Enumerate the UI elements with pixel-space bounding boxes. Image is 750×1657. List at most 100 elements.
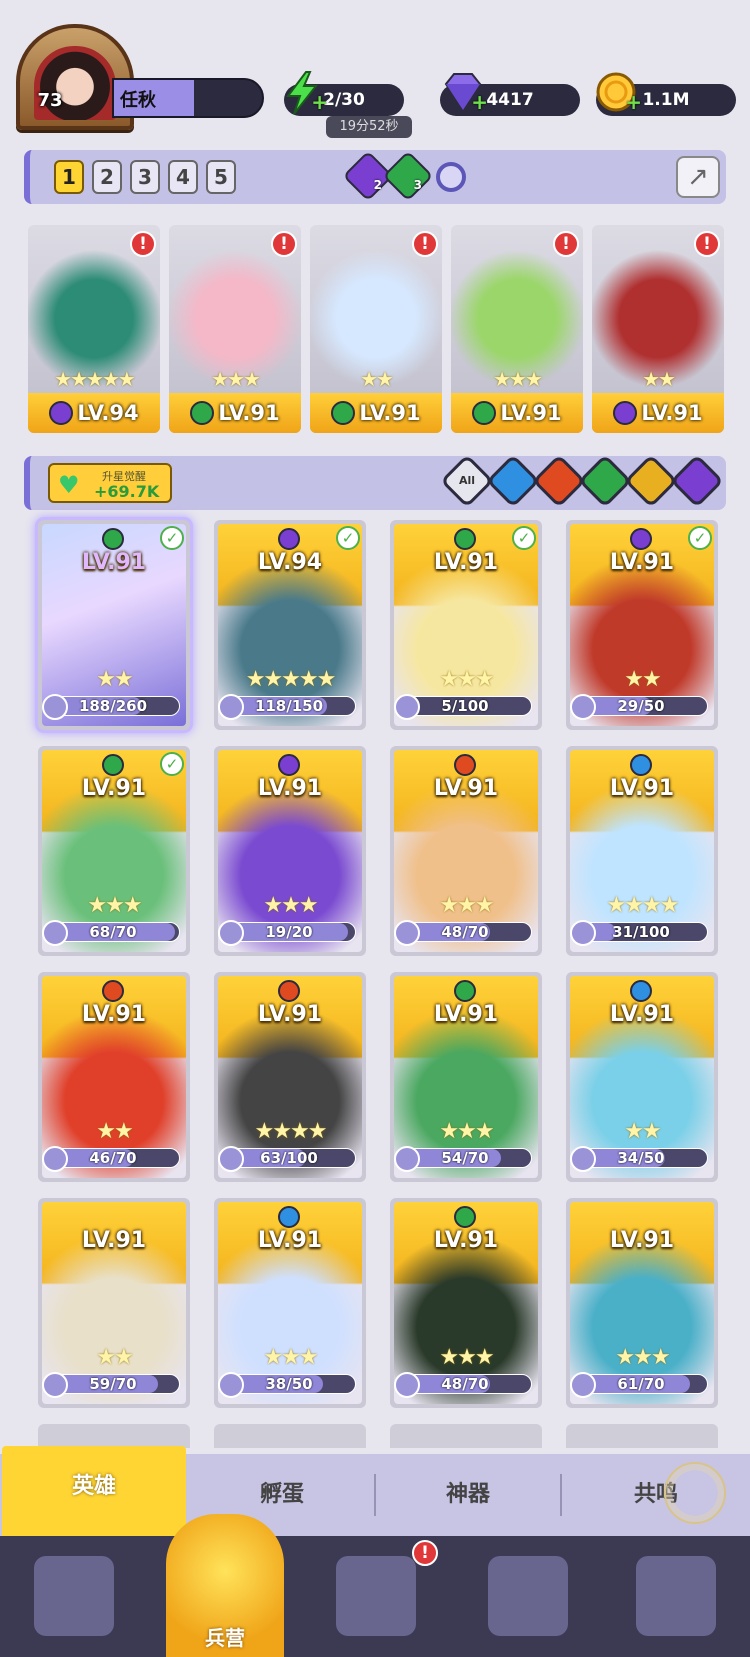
hero-level: LV.91 (609, 1002, 675, 1027)
hero-level: LV.91 (609, 550, 675, 575)
hero-stars: ★★★★★ (245, 667, 337, 692)
team-hero-card[interactable]: ★★★ LV.91 ! (169, 225, 301, 433)
team-tab-4[interactable]: 4 (168, 160, 198, 194)
dark-element-icon (278, 754, 300, 776)
hero-card-peek (214, 1424, 366, 1448)
team-tab-3[interactable]: 3 (130, 160, 160, 194)
hero-level: LV.91 (609, 1228, 675, 1253)
nature-element-icon (190, 401, 215, 425)
map-book-icon[interactable] (336, 1556, 416, 1636)
hero-stars: ★★★ (439, 1345, 494, 1370)
hero-card-peek (38, 1424, 190, 1448)
hero-level: LV.91 (433, 1002, 499, 1027)
shard-icon (42, 1146, 68, 1172)
fire-element-icon (454, 754, 476, 776)
hero-stars: ★★★★★ (54, 367, 136, 391)
hero-level: LV.91 (257, 1228, 323, 1253)
gem-icon[interactable]: + (440, 70, 488, 116)
tab-heroes[interactable]: 英雄 (2, 1446, 186, 1536)
hero-stars: ★★ (642, 367, 676, 391)
nature-element-icon (472, 401, 497, 425)
hero-card[interactable]: LV.91 ★★ 46/70 (38, 972, 190, 1182)
team-tab-1[interactable]: 1 (54, 160, 84, 194)
hero-stars: ★★★ (439, 1119, 494, 1144)
shard-icon (42, 694, 68, 720)
hero-stars: ★★★ (439, 667, 494, 692)
hero-card[interactable]: LV.91 ★★ 34/50 (566, 972, 718, 1182)
hero-level: LV.91 (500, 401, 562, 425)
cards-icon[interactable] (34, 1556, 114, 1636)
team-hero-card[interactable]: ★★ LV.91 ! (592, 225, 724, 433)
nav-barracks[interactable]: 兵营 (166, 1514, 284, 1657)
share-button[interactable]: ↗ (676, 156, 720, 198)
add-gold-icon[interactable]: + (625, 90, 642, 114)
player-name-bar[interactable]: 任秋 (112, 78, 264, 118)
shard-icon (42, 920, 68, 946)
alert-badge: ! (412, 231, 438, 257)
team-tab-2[interactable]: 2 (92, 160, 122, 194)
checkmark-icon: ✓ (160, 526, 184, 550)
hero-level: LV.91 (81, 1002, 147, 1027)
hero-stars: ★★ (624, 1119, 661, 1144)
tab-artifacts[interactable]: 神器 (376, 1454, 560, 1536)
alert-badge: ! (130, 231, 156, 257)
team-hero-card[interactable]: ★★★ LV.91 ! (451, 225, 583, 433)
gold-coin-icon[interactable]: + (594, 70, 642, 116)
hero-stars: ★★★ (263, 1345, 318, 1370)
hero-stars: ★★★ (87, 893, 142, 918)
add-energy-icon[interactable]: + (311, 90, 328, 114)
nature-count: 3 (413, 178, 422, 192)
shard-icon (570, 1146, 596, 1172)
hero-card[interactable]: LV.91 ★★ 59/70 (38, 1198, 190, 1408)
hero-level-band: LV.91 (451, 393, 583, 433)
hero-card[interactable]: ✓ LV.91 ★★ 188/260 (38, 520, 190, 730)
inspect-icon[interactable] (436, 162, 466, 192)
hero-card[interactable]: ✓ LV.91 ★★ 29/50 (566, 520, 718, 730)
hero-stars: ★★ (96, 1345, 133, 1370)
temple-icon[interactable] (488, 1556, 568, 1636)
shard-icon (394, 1372, 420, 1398)
hero-level: LV.91 (81, 776, 147, 801)
checkmark-icon: ✓ (336, 526, 360, 550)
hero-card[interactable]: LV.91 ★★★ 54/70 (390, 972, 542, 1182)
hero-level: LV.91 (641, 401, 703, 425)
water-element-icon (630, 754, 652, 776)
hero-stars: ★★★ (439, 893, 494, 918)
hero-level-band: LV.91 (169, 393, 301, 433)
team-hero-card[interactable]: ★★ LV.91 ! (310, 225, 442, 433)
hero-stars: ★★ (360, 367, 394, 391)
hero-card[interactable]: ✓ LV.94 ★★★★★ 118/150 (214, 520, 366, 730)
fire-element-icon (278, 980, 300, 1002)
hero-stars: ★★ (624, 667, 661, 692)
dark-count: 2 (373, 178, 382, 192)
hero-level-band: LV.94 (28, 393, 160, 433)
awaken-value: +69.7K (94, 482, 160, 501)
energy-icon[interactable]: + (280, 70, 328, 116)
awaken-bonus-button[interactable]: ♥ 升星觉醒 +69.7K (48, 463, 172, 503)
team-tab-5[interactable]: 5 (206, 160, 236, 194)
add-gems-icon[interactable]: + (471, 90, 488, 114)
team-hero-card[interactable]: ★★★★★ LV.94 ! (28, 225, 160, 433)
hero-card[interactable]: LV.91 ★★★ 48/70 (390, 1198, 542, 1408)
hero-card[interactable]: ✓ LV.91 ★★★ 5/100 (390, 520, 542, 730)
hero-card[interactable]: LV.91 ★★★★ 31/100 (566, 746, 718, 956)
hero-card[interactable]: LV.91 ★★★ 48/70 (390, 746, 542, 956)
checkmark-icon: ✓ (688, 526, 712, 550)
hero-card[interactable]: LV.91 ★★★ 38/50 (214, 1198, 366, 1408)
player-name: 任秋 (120, 90, 156, 111)
shard-icon (570, 920, 596, 946)
hero-card[interactable]: LV.91 ★★★ 61/70 (566, 1198, 718, 1408)
shard-icon (394, 920, 420, 946)
hero-card[interactable]: ✓ LV.91 ★★★ 68/70 (38, 746, 190, 956)
checkmark-icon: ✓ (512, 526, 536, 550)
dark-element-icon (278, 528, 300, 550)
water-element-icon (630, 980, 652, 1002)
hero-card[interactable]: LV.91 ★★★ 19/20 (214, 746, 366, 956)
hero-level: LV.91 (81, 550, 147, 575)
shard-icon (394, 694, 420, 720)
hero-stars: ★★★★ (606, 893, 680, 918)
hero-level: LV.94 (77, 401, 139, 425)
hero-level: LV.91 (433, 550, 499, 575)
hero-card[interactable]: LV.91 ★★★★ 63/100 (214, 972, 366, 1182)
mushroom-icon[interactable] (636, 1556, 716, 1636)
